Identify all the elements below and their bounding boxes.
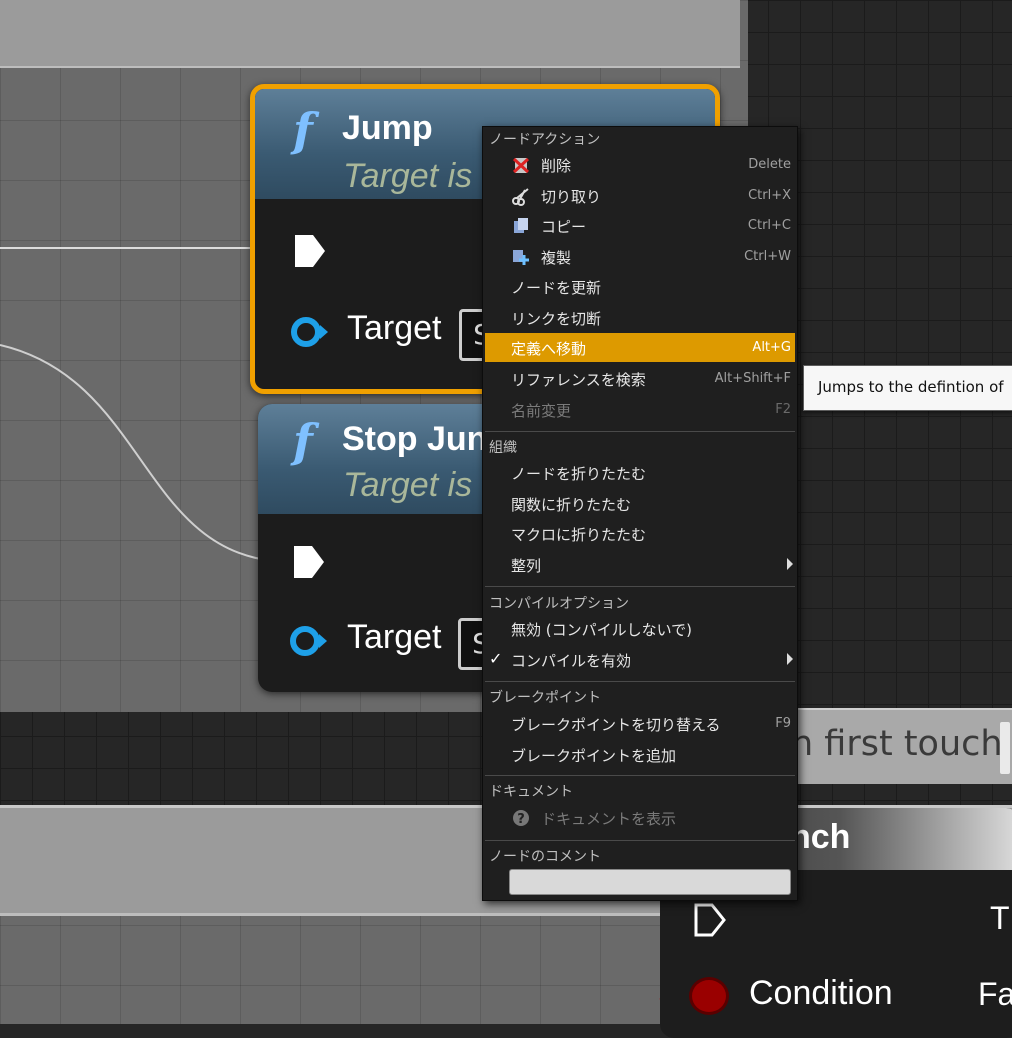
menu-item-toggle-breakpoint[interactable]: ブレークポイントを切り替える F9 [485, 709, 795, 738]
tooltip-text: Jumps to the defintion of [818, 378, 1004, 396]
section-documentation: ドキュメント [489, 784, 573, 800]
section-breakpoints: ブレークポイント [489, 690, 601, 706]
node-comment-input[interactable] [509, 869, 791, 895]
jump-node-title: Jump [342, 109, 433, 147]
menu-item-break-links[interactable]: リンクを切断 [485, 303, 795, 332]
menu-item-collapse-to-function[interactable]: 関数に折りたたむ [485, 489, 795, 518]
menu-item-add-breakpoint[interactable]: ブレークポイントを追加 [485, 740, 795, 769]
condition-pin-icon[interactable] [692, 980, 726, 1012]
function-icon: f [293, 103, 313, 157]
menu-separator [485, 586, 795, 587]
section-node-actions: ノードアクション [489, 132, 601, 148]
exec-in-pin-icon[interactable] [292, 544, 326, 580]
goto-definition-tooltip: Jumps to the defintion of [803, 365, 1012, 411]
menu-separator [485, 431, 795, 432]
menu-item-rename: 名前変更 F2 [511, 402, 791, 420]
menu-item-goto-definition[interactable]: 定義へ移動 Alt+G [485, 333, 795, 362]
menu-separator [485, 840, 795, 841]
menu-item-copy[interactable]: コピー Ctrl+C [485, 211, 795, 240]
menu-item-cut[interactable]: 切り取り Ctrl+X [485, 181, 795, 210]
submenu-arrow-icon [787, 653, 793, 665]
section-organization: 組織 [489, 440, 517, 456]
exec-wire-curve[interactable] [0, 344, 291, 563]
menu-item-align[interactable]: 整列 [485, 550, 795, 579]
target-pin-label: Target [347, 309, 442, 347]
condition-pin-label: Condition [749, 974, 893, 1012]
branch-false-label: Fa [978, 976, 1012, 1012]
delete-icon [512, 157, 530, 174]
section-node-comment: ノードのコメント [489, 849, 601, 865]
stop-node-subtitle: Target is [343, 466, 473, 504]
submenu-arrow-icon [787, 558, 793, 570]
target-pin-icon[interactable] [289, 315, 329, 349]
node-context-menu[interactable]: ノードアクション 削除 Delete 切り取り Ctrl+X コピー Ctrl+… [482, 126, 798, 901]
target-pin-icon[interactable] [288, 624, 328, 658]
scissors-icon [512, 188, 529, 206]
checkmark-icon: ✓ [489, 649, 503, 668]
menu-separator [485, 775, 795, 776]
help-icon: ? [513, 810, 529, 827]
menu-item-disable-compile[interactable]: 無効 (コンパイルしないで) [485, 614, 795, 643]
section-compile-options: コンパイルオプション [489, 596, 629, 612]
copy-icon [514, 218, 528, 233]
menu-item-duplicate[interactable]: 複製 Ctrl+W [485, 242, 795, 271]
exec-in-pin-icon[interactable] [693, 902, 727, 938]
menu-item-collapse-nodes[interactable]: ノードを折りたたむ [485, 458, 795, 487]
branch-true-label: T [990, 900, 1010, 936]
svg-text:?: ? [517, 812, 525, 827]
exec-in-pin-icon[interactable] [293, 233, 327, 269]
function-icon: f [293, 414, 313, 468]
target-pin-label: Target [347, 618, 442, 656]
branch-node-title: nch [790, 818, 851, 856]
menu-item-delete[interactable]: 削除 Delete [485, 150, 795, 179]
duplicate-icon [513, 250, 529, 265]
menu-item-view-documentation: ? ドキュメントを表示 [485, 803, 795, 832]
menu-item-collapse-to-macro[interactable]: マクロに折りたたむ [485, 519, 795, 548]
menu-item-find-references[interactable]: リファレンスを検索 Alt+Shift+F [485, 364, 795, 393]
menu-separator [485, 681, 795, 682]
menu-item-enable-compile[interactable]: ✓ コンパイルを有効 [485, 645, 795, 674]
jump-node-subtitle: Target is [343, 157, 473, 195]
menu-item-refresh-node[interactable]: ノードを更新 [485, 272, 795, 301]
stop-node-title: Stop Jun [342, 420, 488, 458]
